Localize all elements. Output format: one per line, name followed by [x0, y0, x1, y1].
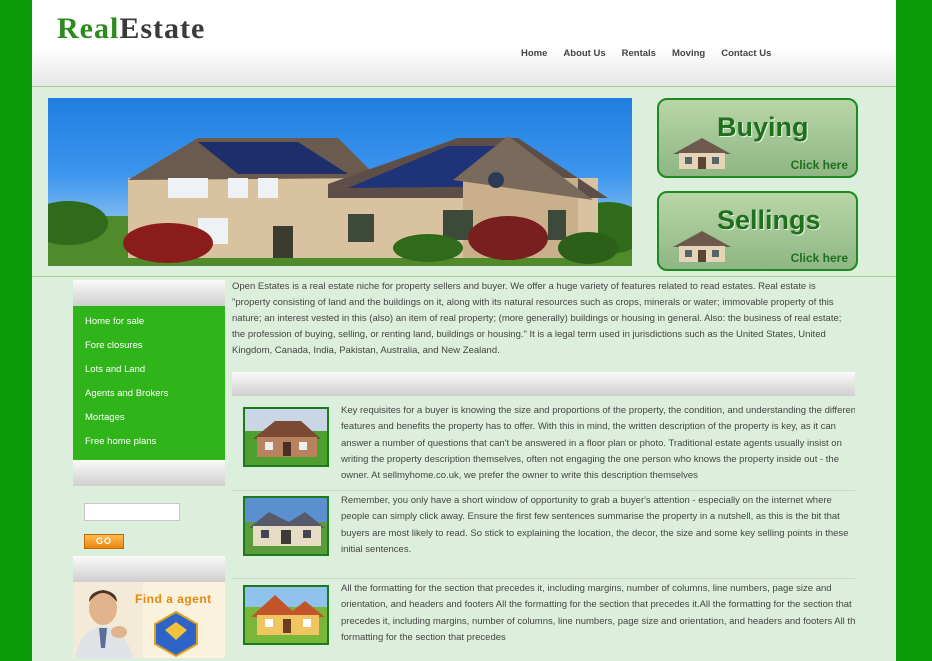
nav-moving[interactable]: Moving: [672, 48, 705, 59]
nav-rentals[interactable]: Rentals: [622, 48, 656, 59]
sidebar-item-mortages[interactable]: Mortages: [73, 406, 225, 430]
sidebar-header-bar: [73, 280, 225, 306]
sellings-title: Sellings: [717, 205, 821, 235]
sidebar-menu: Home for sale Fore closures Lots and Lan…: [73, 306, 225, 460]
article-item: Key requisites for a buyer is knowing th…: [232, 398, 855, 491]
house-photo: [245, 498, 327, 554]
sidebar-item-lots-and-land[interactable]: Lots and Land: [73, 358, 225, 382]
house-photo: [245, 587, 327, 643]
sidebar-item-fore-closures[interactable]: Fore closures: [73, 334, 225, 358]
nav-contact-us[interactable]: Contact Us: [721, 48, 771, 59]
intro-text: Open Estates is a real estate niche for …: [232, 281, 842, 356]
divider: [32, 276, 896, 277]
logo-estate: Estate: [119, 12, 206, 45]
buying-click-here: Click here: [790, 158, 848, 172]
find-agent-banner[interactable]: Find a agent: [73, 582, 225, 658]
site-logo[interactable]: RealEstate: [57, 12, 205, 46]
article-item: All the formatting for the section that …: [232, 579, 855, 661]
hero-house-image: [48, 98, 632, 266]
buying-title: Buying: [717, 112, 809, 142]
search-box: GO: [73, 486, 225, 556]
article-thumbnail[interactable]: [243, 496, 329, 556]
article-text: Key requisites for a buyer is knowing th…: [341, 405, 855, 482]
sidebar-item-free-home-plans[interactable]: Free home plans: [73, 430, 225, 454]
header: RealEstate Home About Us Rentals Moving …: [32, 0, 896, 87]
nav-home[interactable]: Home: [521, 48, 547, 59]
article-thumbnail[interactable]: [243, 585, 329, 645]
article-text: Remember, you only have a short window o…: [341, 495, 849, 555]
sidebar-item-agents-and-brokers[interactable]: Agents and Brokers: [73, 382, 225, 406]
logo-real: Real: [57, 12, 120, 45]
search-input[interactable]: [84, 503, 180, 521]
search-header-bar: [73, 460, 225, 486]
agent-badge-icon: [154, 610, 198, 658]
nav-about-us[interactable]: About Us: [563, 48, 605, 59]
sidebar: Home for sale Fore closures Lots and Lan…: [73, 280, 225, 658]
house-illustration: [48, 136, 632, 266]
sidebar-item-home-for-sale[interactable]: Home for sale: [73, 310, 225, 334]
page: RealEstate Home About Us Rentals Moving …: [32, 0, 896, 661]
agent-person-icon: [73, 582, 143, 658]
article-item: Remember, you only have a short window o…: [232, 491, 855, 579]
content-header-bar: [232, 372, 855, 396]
house-photo: [245, 409, 327, 465]
sellings-click-here: Click here: [790, 251, 848, 265]
article-thumbnail[interactable]: [243, 407, 329, 467]
go-button[interactable]: GO: [84, 534, 124, 549]
find-agent-label: Find a agent: [135, 592, 212, 606]
article-text: All the formatting for the section that …: [341, 583, 855, 643]
sellings-promo-button[interactable]: Sellings Click here: [657, 191, 858, 271]
main-nav: Home About Us Rentals Moving Contact Us: [521, 48, 787, 59]
buying-promo-button[interactable]: Buying Click here: [657, 98, 858, 178]
agent-header-bar: [73, 556, 225, 582]
